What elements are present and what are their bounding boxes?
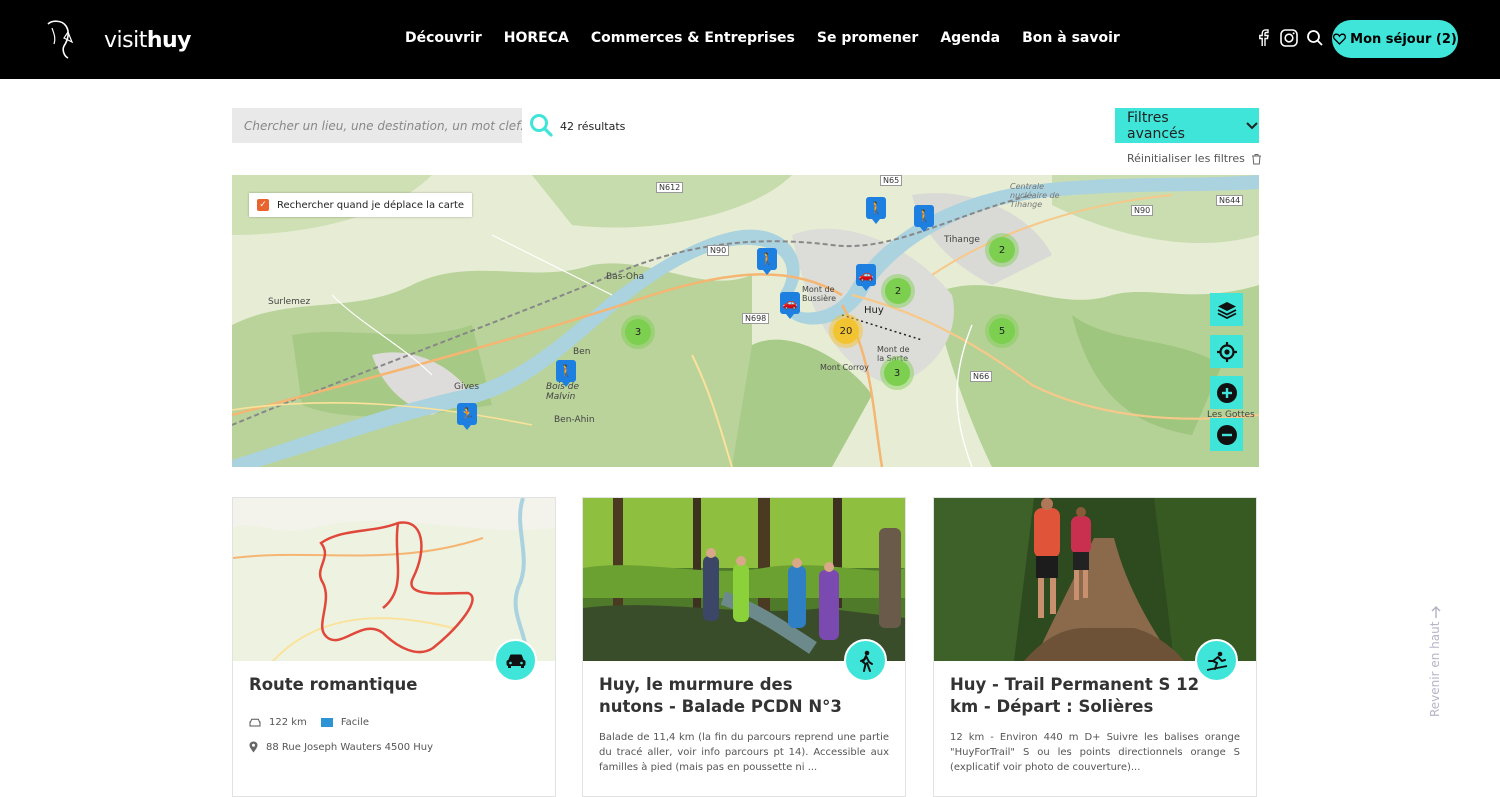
map-place-label: Huy [864, 305, 884, 316]
instagram-icon[interactable] [1279, 28, 1299, 48]
arrow-up-icon [1431, 605, 1441, 618]
plus-circle-icon [1216, 382, 1237, 403]
map-cluster[interactable]: 3 [884, 360, 910, 386]
location-pin-icon [249, 741, 258, 753]
hiker-marker-icon[interactable]: 🚶 [556, 360, 576, 387]
map-view[interactable]: ✓ Rechercher quand je déplace la carte S… [232, 175, 1259, 467]
reset-filters-link[interactable]: Réinitialiser les filtres [1127, 152, 1262, 165]
trash-icon [1251, 153, 1261, 164]
advanced-filters-label: Filtres avancés [1127, 109, 1185, 142]
reset-filters-label: Réinitialiser les filtres [1127, 152, 1245, 165]
checkmark-icon: ✓ [257, 199, 269, 211]
map-place-label: Tihange [944, 235, 980, 245]
map-cluster[interactable]: 2 [989, 237, 1015, 263]
facebook-icon[interactable] [1254, 28, 1274, 48]
nav-item-commerces[interactable]: Commerces & Entreprises [591, 30, 795, 46]
back-to-top-link[interactable]: Revenir en haut [1428, 605, 1444, 725]
hiker-icon [859, 650, 873, 672]
road-label: N90 [1131, 205, 1154, 216]
nav-item-horeca[interactable]: HORECA [504, 30, 569, 46]
map-place-label: Centrale nucléaire de Tihange [1010, 182, 1060, 209]
logo-suffix: huy [146, 28, 192, 53]
road-label: N698 [742, 313, 770, 324]
runner-marker-icon[interactable]: 🏃 [457, 403, 477, 430]
map-place-label: Mont Corroy [820, 363, 869, 372]
card-stats: 122 km Facile [249, 717, 369, 728]
car-icon [249, 718, 261, 727]
car-marker-icon[interactable]: 🚗 [856, 264, 876, 291]
search-on-move-label: Rechercher quand je déplace la carte [277, 199, 465, 211]
hiker-marker-icon[interactable]: 🚶 [866, 197, 886, 224]
map-place-label: Gives [454, 382, 480, 392]
card-description: 12 km - Environ 440 m D+ Suivre les bali… [950, 732, 1240, 773]
site-header: visithuy Découvrir HORECA Commerces & En… [0, 0, 1500, 79]
search-on-move-checkbox[interactable]: ✓ Rechercher quand je déplace la carte [249, 193, 473, 217]
zoom-out-button[interactable] [1210, 418, 1243, 451]
layers-button[interactable] [1210, 293, 1243, 326]
map-place-label: Surlemez [268, 297, 311, 307]
hiker-marker-icon[interactable]: 🚶 [914, 205, 934, 232]
logo-prefix: visit [104, 28, 147, 53]
search-input[interactable] [232, 108, 522, 143]
road-label: N612 [656, 182, 684, 193]
nav-item-se-promener[interactable]: Se promener [817, 30, 918, 46]
card-title[interactable]: Huy, le murmure des nutons - Balade PCDN… [599, 674, 849, 718]
map-place-label: Ben-Ahin [554, 415, 595, 425]
locate-me-button[interactable] [1210, 335, 1243, 368]
map-place-label: Mont de Bussière [802, 285, 837, 303]
result-card[interactable]: Route romantique 122 km Facile 88 Rue Jo… [232, 497, 556, 797]
visithuy-logo[interactable]: visithuy [42, 18, 192, 60]
card-description: Balade de 11,4 km (la fin du parcours re… [599, 732, 889, 773]
distance-value: 122 km [269, 717, 307, 728]
card-title[interactable]: Huy - Trail Permanent S 12 km - Départ :… [950, 674, 1200, 718]
address-value: 88 Rue Joseph Wauters 4500 Huy [266, 741, 434, 753]
heart-icon [1333, 33, 1347, 45]
map-place-label: Bas-Oha [606, 272, 645, 282]
map-place-label: Ben [573, 347, 591, 357]
nav-item-agenda[interactable]: Agenda [940, 30, 1000, 46]
road-label: N644 [1216, 195, 1244, 206]
result-card[interactable]: Huy - Trail Permanent S 12 km - Départ :… [933, 497, 1257, 797]
hiker-category-badge[interactable] [844, 639, 887, 682]
map-cluster[interactable]: 3 [625, 319, 651, 345]
chevron-down-icon [1246, 121, 1258, 129]
layers-icon [1217, 301, 1236, 319]
road-label: N90 [707, 245, 730, 256]
road-label: N66 [970, 371, 993, 382]
logo-silhouette-icon [47, 20, 74, 59]
mon-sejour-label: Mon séjour (2) [1350, 31, 1457, 47]
minus-circle-icon [1216, 424, 1237, 445]
route-map-thumbnail [233, 498, 555, 661]
card-title[interactable]: Route romantique [249, 674, 499, 696]
map-cluster[interactable]: 2 [885, 278, 911, 304]
trail-running-photo [934, 498, 1256, 661]
runner-category-badge[interactable] [1195, 639, 1238, 682]
crosshair-icon [1216, 341, 1237, 362]
zoom-in-button[interactable] [1210, 376, 1243, 409]
map-cluster[interactable]: 5 [989, 318, 1015, 344]
mon-sejour-button[interactable]: Mon séjour (2) [1332, 20, 1458, 58]
nav-item-bon-a-savoir[interactable]: Bon à savoir [1022, 30, 1120, 46]
car-icon [506, 654, 525, 668]
forest-walk-photo [583, 498, 905, 661]
road-label: N65 [880, 175, 903, 186]
search-icon[interactable] [1305, 28, 1325, 48]
hiker-marker-icon[interactable]: 🚶 [757, 248, 777, 275]
car-marker-icon[interactable]: 🚗 [780, 292, 800, 319]
runner-icon [1206, 651, 1227, 671]
main-nav: Découvrir HORECA Commerces & Entreprises… [405, 30, 1142, 46]
card-address: 88 Rue Joseph Wauters 4500 Huy [249, 741, 433, 753]
search-submit-icon[interactable] [528, 112, 554, 138]
car-category-badge[interactable] [494, 639, 537, 682]
nav-item-decouvrir[interactable]: Découvrir [405, 30, 482, 46]
map-cluster[interactable]: 20 [833, 318, 859, 344]
result-card[interactable]: Huy, le murmure des nutons - Balade PCDN… [582, 497, 906, 797]
back-to-top-label: Revenir en haut [1428, 621, 1442, 717]
results-count: 42 résultats [560, 120, 626, 133]
difficulty-value: Facile [340, 717, 369, 728]
difficulty-color-swatch [320, 718, 333, 727]
advanced-filters-button[interactable]: Filtres avancés [1115, 108, 1259, 143]
